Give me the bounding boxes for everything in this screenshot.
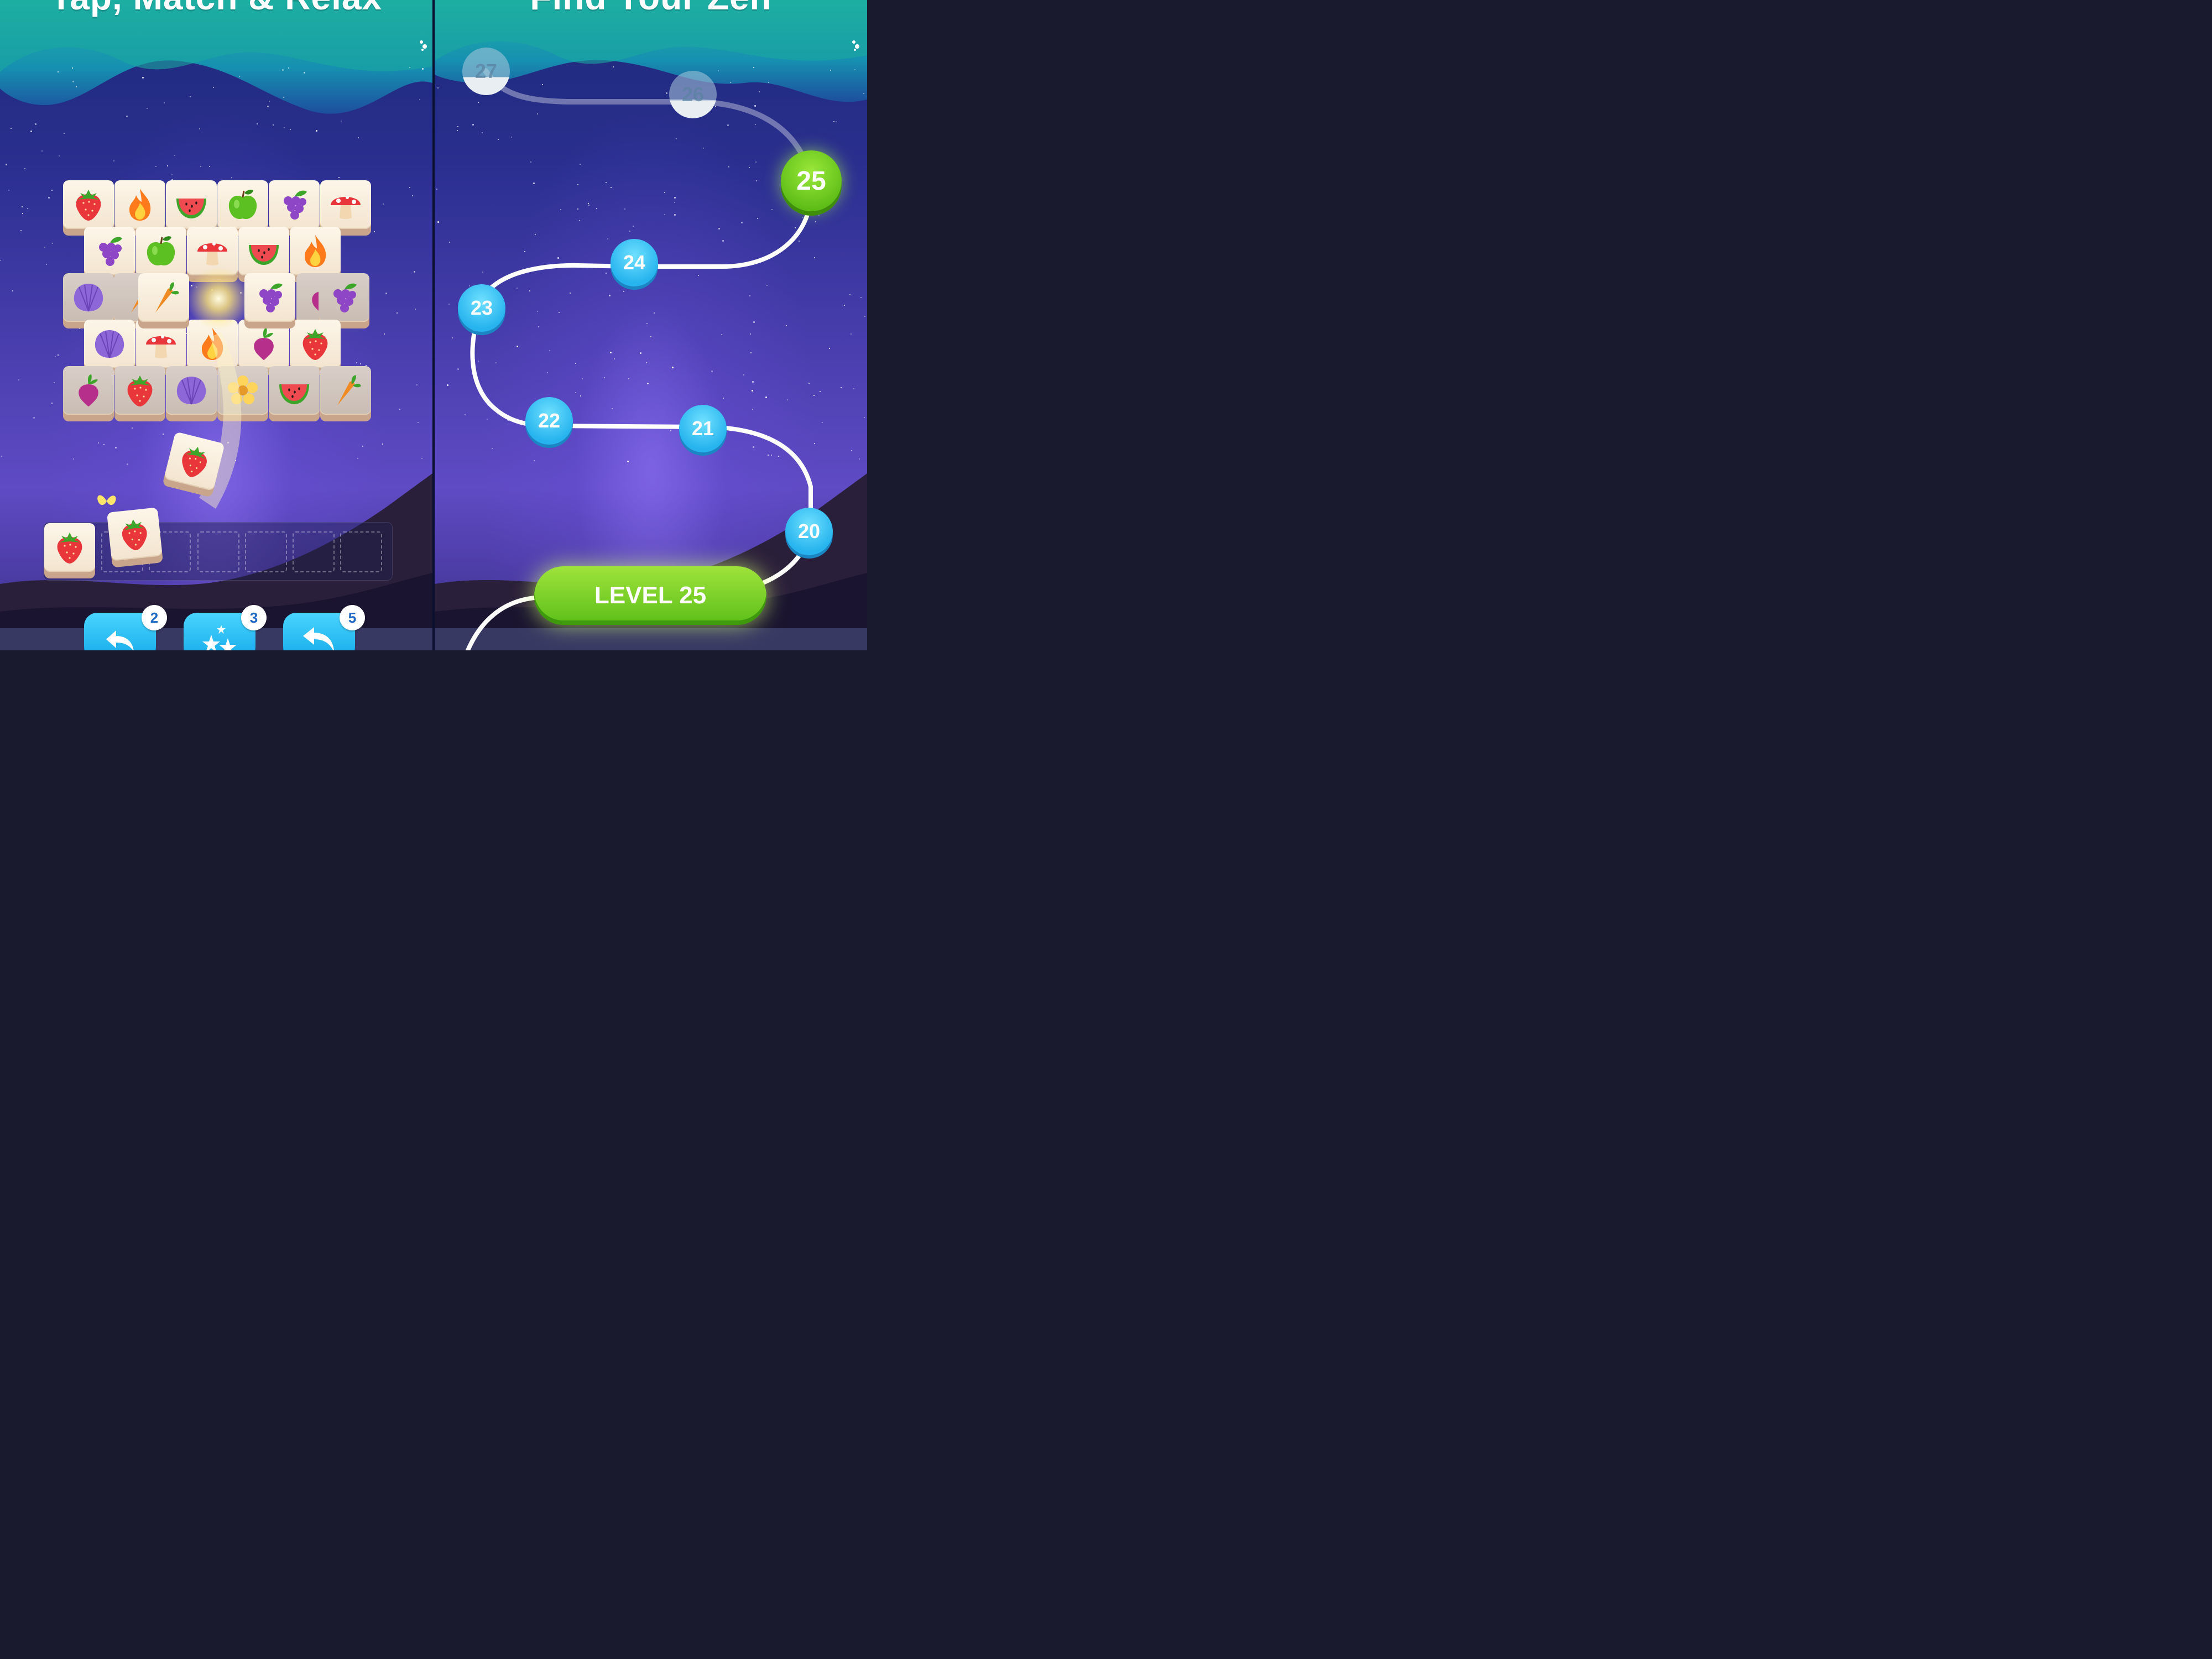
shuffle-count-badge: 3 (241, 605, 267, 630)
tray-tile-1[interactable] (44, 523, 95, 578)
level-20-node[interactable]: 20 (785, 508, 833, 555)
shell-icon (84, 320, 135, 368)
board-tile[interactable] (114, 366, 165, 421)
match-tray (43, 522, 393, 581)
strawberry-icon (63, 180, 114, 229)
level-26-node: 26 (669, 71, 717, 118)
board-tile[interactable] (63, 366, 114, 421)
grapes-icon (319, 273, 369, 322)
match-sparkle (188, 265, 249, 332)
level-24-node[interactable]: 24 (611, 239, 658, 286)
tray-tile-2[interactable] (107, 507, 163, 568)
radish-icon (63, 366, 114, 415)
undo-count-badge: 2 (142, 605, 167, 630)
strawberry-icon (107, 507, 163, 561)
play-level-button[interactable]: LEVEL 25 (534, 566, 766, 625)
mushroom-icon (320, 180, 371, 229)
board-tile[interactable] (320, 366, 371, 421)
level-23-node[interactable]: 23 (458, 284, 505, 332)
apple-icon (217, 180, 268, 229)
apple-icon (135, 227, 186, 275)
aurora-top-decor (0, 0, 432, 114)
level-map-screen: Find Your Zen 27 26 25 24 23 22 21 20 (435, 0, 867, 650)
carrot-icon (320, 366, 371, 415)
level-25-node[interactable]: 25 (781, 150, 842, 211)
board-tile[interactable] (138, 273, 189, 328)
undo-arrow-icon (106, 630, 134, 650)
fire-icon (290, 227, 341, 275)
app-store-screenshots: Tap, Match & Relax (0, 0, 867, 650)
watermelon-icon (166, 180, 217, 229)
butterfly-icon (97, 495, 116, 505)
shell-icon (63, 273, 114, 322)
carrot-icon (138, 273, 189, 322)
grapes-icon (84, 227, 135, 275)
fire-icon (114, 180, 165, 229)
strawberry-icon (290, 320, 341, 368)
gameplay-screen: Tap, Match & Relax (0, 0, 432, 650)
strawberry-icon (44, 523, 95, 572)
stars-icon (202, 625, 237, 650)
grapes-icon (269, 180, 320, 229)
headline: Tap, Match & Relax (0, 0, 432, 18)
level-27-node: 27 (462, 48, 510, 95)
grapes-icon (244, 273, 295, 322)
return-arrow-icon (303, 627, 334, 650)
level-21-node[interactable]: 21 (679, 405, 727, 452)
return-count-badge: 5 (340, 605, 365, 630)
strawberry-icon (114, 366, 165, 415)
board-tile[interactable] (244, 273, 295, 328)
more-dots-icon[interactable] (418, 39, 431, 52)
watermelon-icon (238, 227, 289, 275)
level-22-node[interactable]: 22 (525, 397, 573, 445)
